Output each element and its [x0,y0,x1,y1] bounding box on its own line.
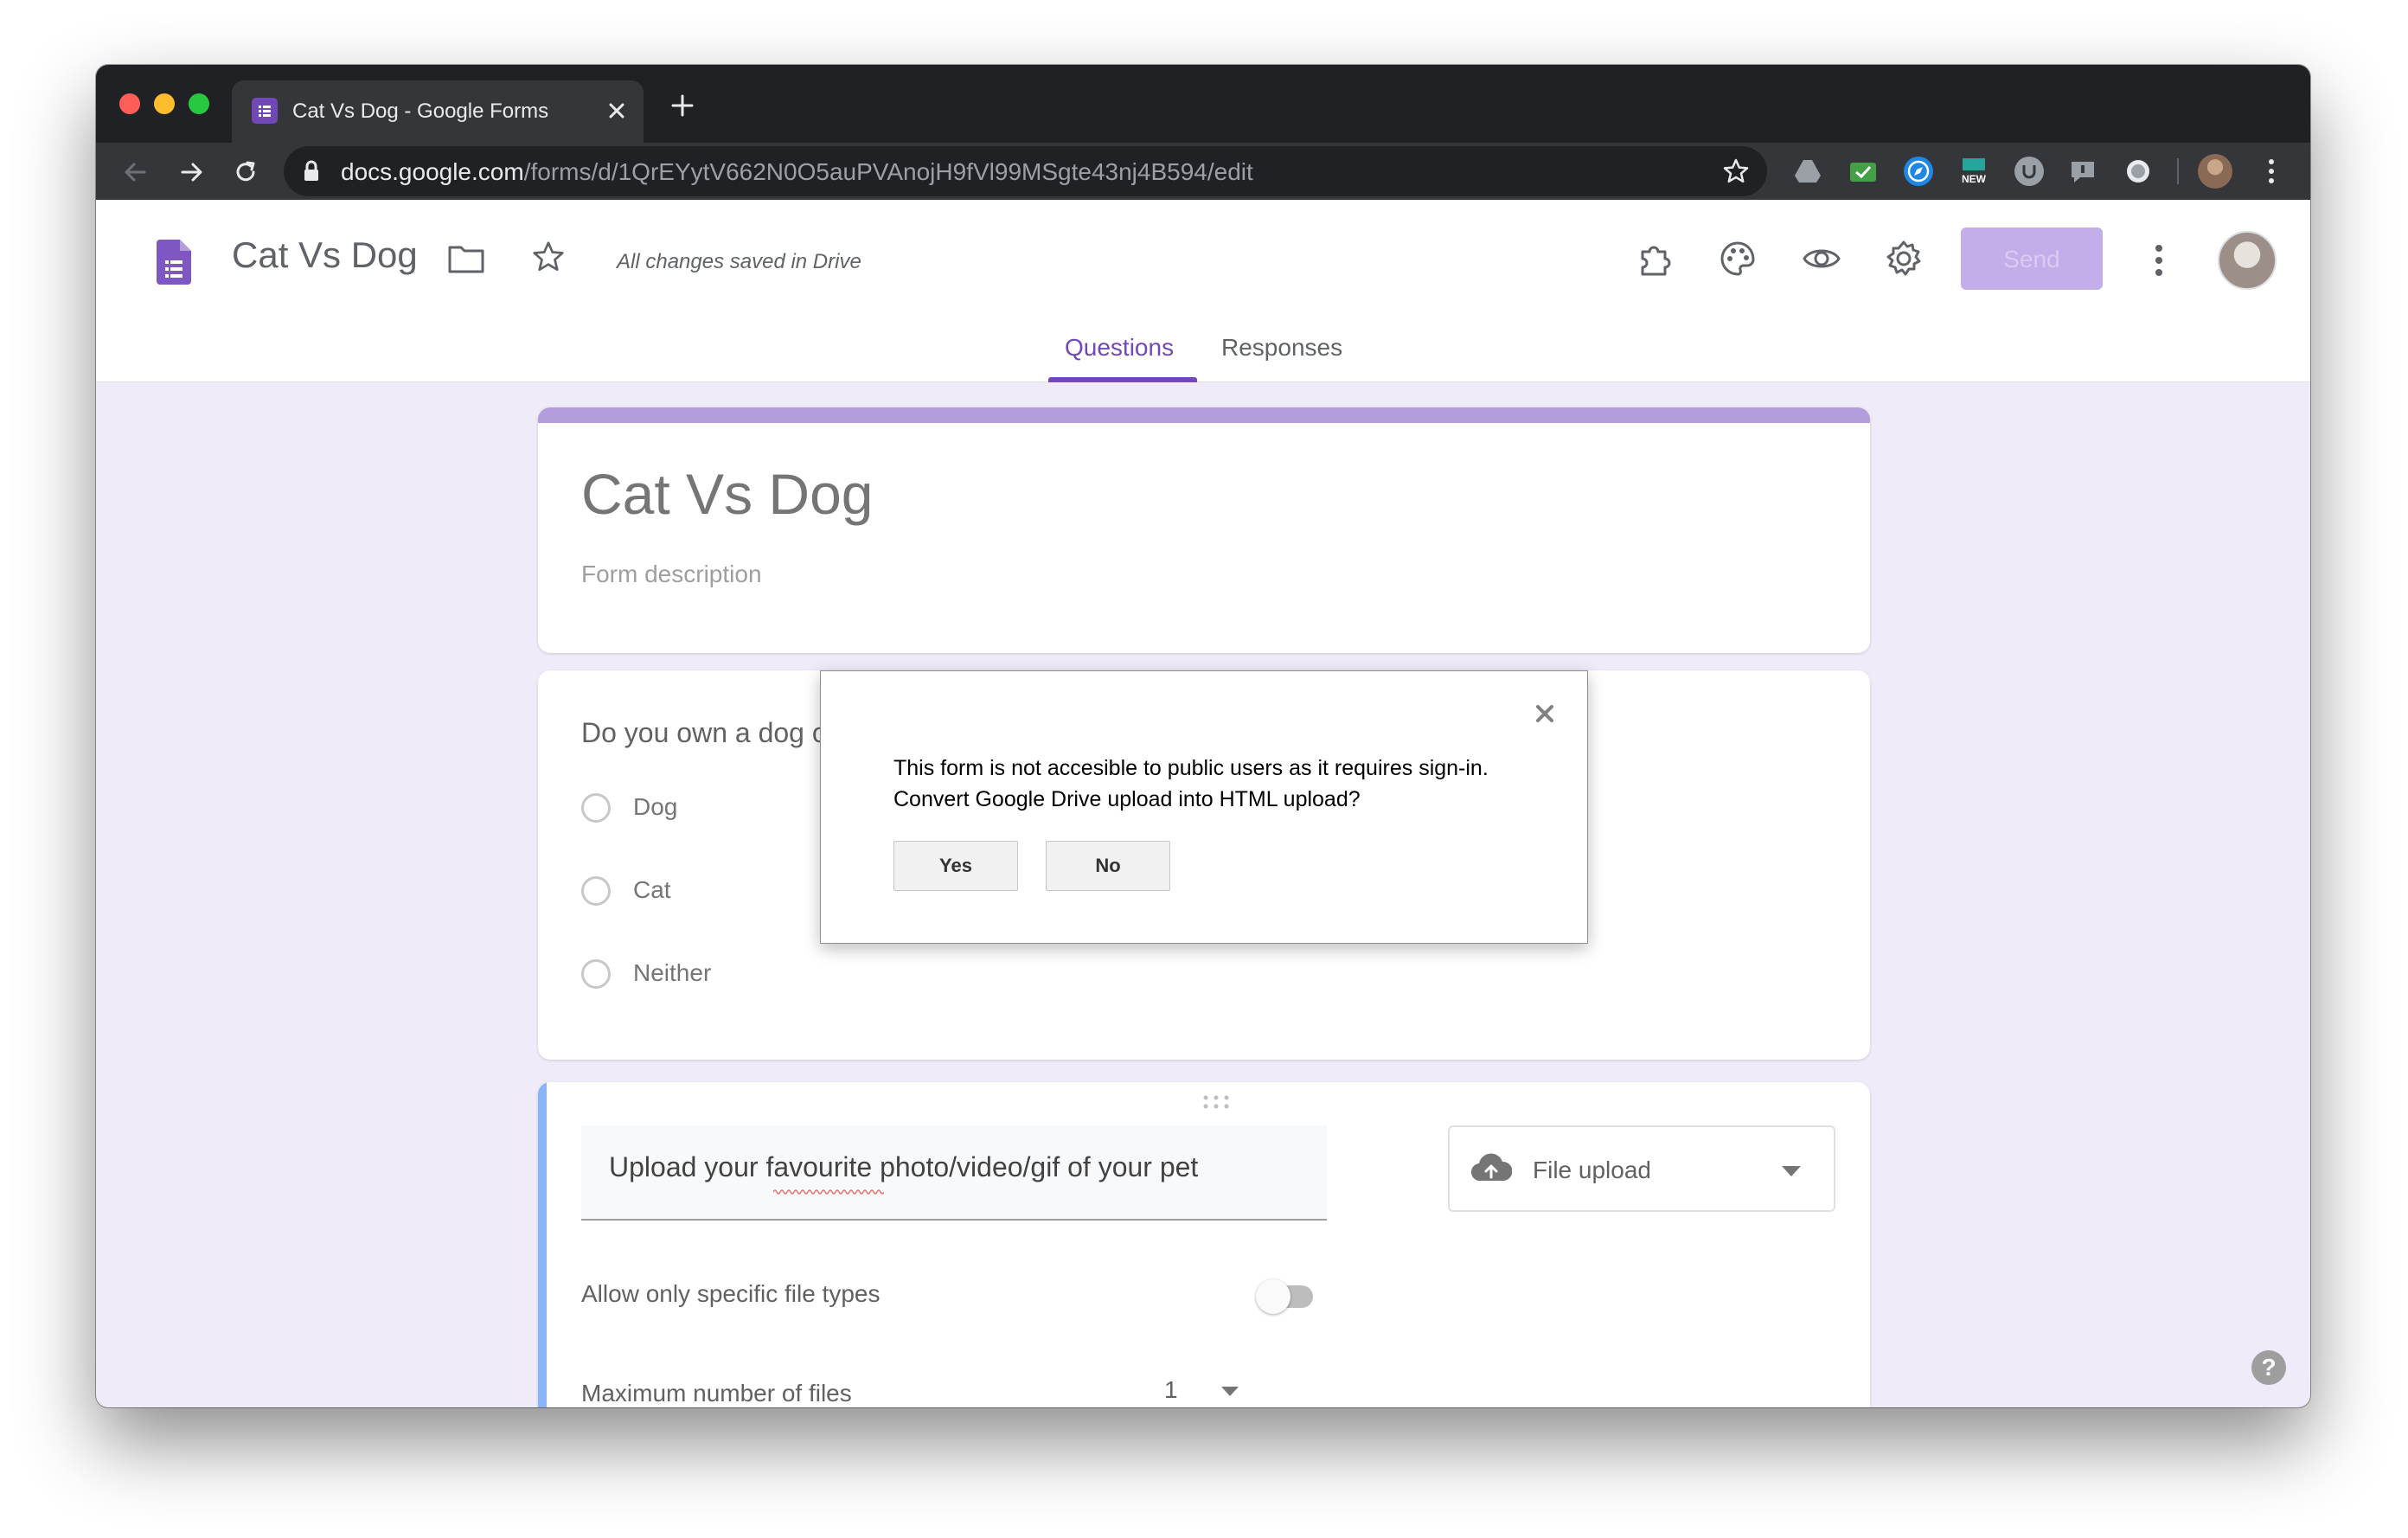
no-button[interactable]: No [1046,841,1170,891]
tab-close-icon[interactable] [604,98,630,128]
add-ons-puzzle-icon[interactable] [1636,240,1674,282]
question-2-title-input[interactable]: Upload your favourite photo/video/gif of… [581,1125,1327,1221]
question-type-dropdown[interactable]: File upload [1448,1125,1835,1212]
browser-menu-icon[interactable] [2267,157,2276,190]
new-badge-icon[interactable]: NEW [1959,157,1989,186]
help-button[interactable]: ? [2251,1350,2286,1385]
send-button[interactable]: Send [1961,227,2103,290]
cloud-upload-icon [1470,1153,1513,1187]
document-title[interactable]: Cat Vs Dog [232,234,418,276]
radio-button[interactable] [581,959,611,989]
browser-window: Cat Vs Dog - Google Forms docs.google.co… [96,65,2310,1407]
google-forms-favicon-icon [252,98,278,124]
address-bar[interactable]: docs.google.com/forms/d/1QrEYytV662N0O5a… [284,146,1767,196]
svg-text:NEW: NEW [1962,173,1987,185]
question-type-label: File upload [1533,1157,1651,1183]
question-card-2[interactable]: Upload your favourite photo/video/gif of… [538,1082,1870,1407]
profile-avatar-small[interactable] [2198,154,2232,189]
lock-icon[interactable] [303,160,320,187]
form-description-field[interactable]: Form description [581,561,762,588]
dropdown-arrow-icon [1782,1165,1801,1181]
forms-header: Cat Vs Dog All changes saved in Drive Se… [96,200,2310,382]
radio-button[interactable] [581,793,611,823]
more-options-icon[interactable] [2154,243,2164,282]
browser-toolbar: docs.google.com/forms/d/1QrEYytV662N0O5a… [96,143,2310,200]
max-files-value[interactable]: 1 [1164,1376,1178,1404]
allow-file-types-label: Allow only specific file types [581,1280,881,1307]
yes-button[interactable]: Yes [893,841,1018,891]
window-minimize-button[interactable] [154,93,175,114]
max-files-label: Maximum number of files [581,1380,852,1407]
window-close-button[interactable] [119,93,140,114]
window-zoom-button[interactable] [189,93,209,114]
max-files-dropdown-icon[interactable] [1221,1385,1239,1400]
drag-handle-icon[interactable] [1201,1094,1231,1114]
url-path: /forms/d/1QrEYytV662N0O5auPVAnojH9fVl99M… [523,158,1253,185]
preview-eye-icon[interactable] [1802,243,1841,279]
google-drive-icon[interactable] [1793,157,1822,186]
browser-tab[interactable]: Cat Vs Dog - Google Forms [232,80,644,143]
tab-responses[interactable]: Responses [1221,334,1342,362]
tab-strip: Cat Vs Dog - Google Forms [96,65,2310,143]
tab-title: Cat Vs Dog - Google Forms [292,99,549,123]
mail-check-icon[interactable] [1848,157,1878,186]
tab-questions[interactable]: Questions [1065,334,1174,362]
active-question-indicator [538,1082,547,1407]
url-text: docs.google.com/forms/d/1QrEYytV662N0O5a… [341,158,1253,186]
bookmark-star-icon[interactable] [1722,157,1750,189]
record-extension-icon[interactable] [2123,157,2153,186]
dialog-message: This form is not accesible to public use… [893,753,1551,815]
folder-icon[interactable] [447,243,485,279]
option-label: Dog [633,793,678,820]
toolbar-separator [2177,158,2179,184]
convert-upload-dialog: This form is not accesible to public use… [820,670,1588,944]
save-status: All changes saved in Drive [617,250,861,273]
form-title[interactable]: Cat Vs Dog [581,461,873,527]
star-icon[interactable] [531,240,566,279]
url-host: docs.google.com [341,158,524,185]
new-tab-plus-icon[interactable] [670,93,695,122]
dialog-message-line-1: This form is not accesible to public use… [893,756,1489,780]
u-extension-icon[interactable] [2014,157,2044,186]
radio-button[interactable] [581,876,611,906]
question-1-text: Do you own a dog o [581,717,828,748]
compass-icon[interactable] [1904,157,1933,186]
toggle-knob[interactable] [1256,1279,1290,1314]
active-tab-indicator [1048,377,1197,382]
option-label: Cat [633,876,671,903]
account-avatar[interactable] [2218,231,2277,290]
reload-icon[interactable] [228,155,263,189]
theme-accent-bar [538,407,1870,423]
google-forms-logo-icon[interactable] [157,240,191,289]
spellcheck-underline [772,1184,885,1200]
question-2-text: Upload your favourite photo/video/gif of… [609,1151,1199,1182]
dialog-close-icon[interactable] [1534,702,1556,729]
forward-arrow-icon[interactable] [174,155,208,189]
palette-icon[interactable] [1719,240,1757,282]
feedback-extension-icon[interactable] [2068,157,2097,186]
form-title-card: Cat Vs Dog Form description [538,407,1870,653]
back-arrow-icon[interactable] [118,155,153,189]
option-label: Neither [633,959,712,986]
dialog-message-line-2: Convert Google Drive upload into HTML up… [893,787,1361,811]
settings-gear-icon[interactable] [1885,240,1923,282]
